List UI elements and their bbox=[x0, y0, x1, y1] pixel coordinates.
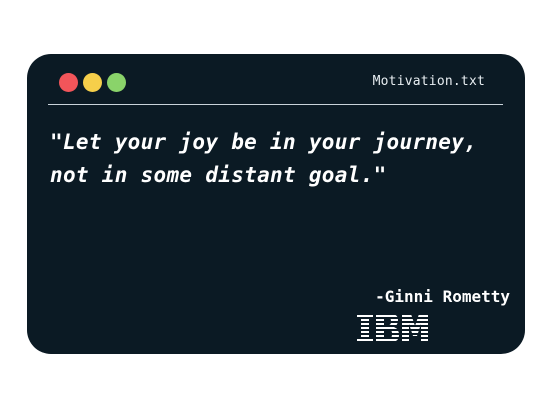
ibm-logo-icon bbox=[357, 314, 428, 344]
text-window: Motivation.txt "Let your joy be in your … bbox=[27, 54, 525, 354]
minimize-dot-icon[interactable] bbox=[83, 73, 102, 92]
quote-author: -Ginni Rometty bbox=[375, 287, 510, 306]
maximize-dot-icon[interactable] bbox=[107, 73, 126, 92]
window-title: Motivation.txt bbox=[372, 74, 485, 89]
quote-text: "Let your joy be in your journey, not in… bbox=[50, 130, 478, 187]
title-divider bbox=[48, 104, 503, 105]
close-dot-icon[interactable] bbox=[59, 73, 78, 92]
window-controls bbox=[59, 73, 126, 92]
